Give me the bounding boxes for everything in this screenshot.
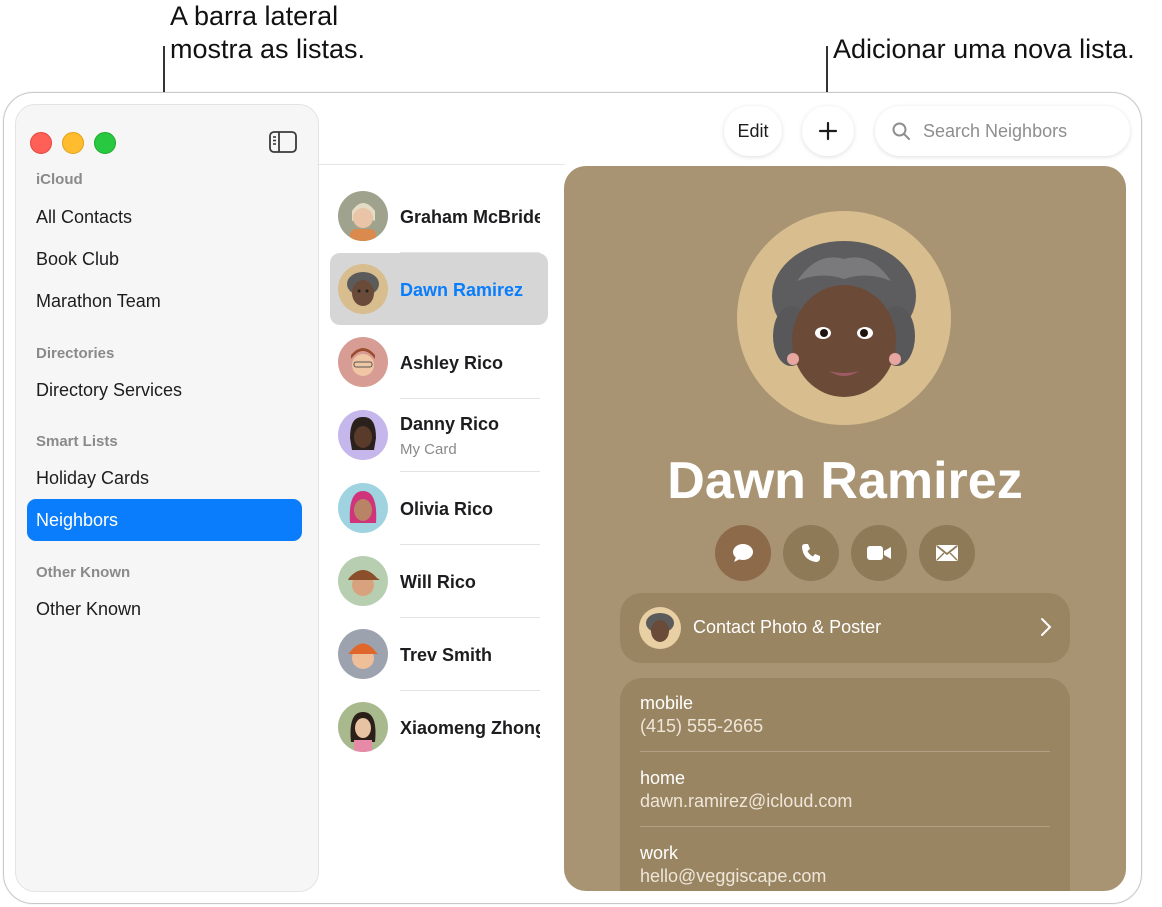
contact-detail-card: Dawn Ramirez Contact Photo & Poster mobi… [564, 166, 1126, 891]
sidebar-item-label: Neighbors [36, 509, 119, 530]
field-label-mobile: mobile [640, 693, 694, 713]
contact-row-danny-rico[interactable]: Danny Rico My Card [330, 399, 548, 471]
sidebar-item-directory-services[interactable]: Directory Services [27, 369, 302, 411]
sidebar: iCloud All Contacts Book Club Marathon T… [15, 104, 319, 892]
my-card-label: My Card [400, 441, 457, 458]
contact-row-xiaomeng-zhong[interactable]: Xiaomeng Zhong [330, 691, 548, 763]
plus-icon [818, 121, 838, 141]
call-button[interactable] [783, 525, 839, 581]
field-separator [640, 751, 1050, 752]
sidebar-item-label: Book Club [36, 248, 120, 269]
avatar [338, 337, 388, 387]
avatar [338, 264, 388, 314]
mail-icon [936, 545, 958, 561]
sidebar-section-smart-lists: Smart Lists [36, 433, 118, 450]
contact-row-ashley-rico[interactable]: Ashley Rico [330, 326, 548, 398]
contact-photo-thumbnail [639, 607, 681, 649]
message-icon [733, 544, 753, 562]
contact-name: Danny Rico [400, 414, 500, 434]
mail-button[interactable] [919, 525, 975, 581]
sidebar-item-label: Marathon Team [36, 290, 161, 311]
field-label-work: work [640, 843, 679, 863]
sidebar-item-label: Directory Services [36, 379, 183, 400]
avatar [338, 483, 388, 533]
zoom-button[interactable] [94, 132, 116, 154]
search-icon [892, 122, 910, 140]
phone-icon [802, 544, 820, 562]
avatar [338, 629, 388, 679]
contact-photo-poster-row[interactable]: Contact Photo & Poster [620, 593, 1070, 663]
search-input[interactable] [921, 119, 1125, 143]
add-list-button[interactable] [802, 106, 854, 156]
sidebar-toggle-icon[interactable] [269, 131, 297, 153]
avatar [338, 556, 388, 606]
contact-row-olivia-rico[interactable]: Olivia Rico [330, 472, 548, 544]
contact-row-trev-smith[interactable]: Trev Smith [330, 618, 548, 690]
sidebar-item-holiday-cards[interactable]: Holiday Cards [27, 457, 302, 499]
sidebar-item-book-club[interactable]: Book Club [27, 238, 302, 280]
sidebar-item-marathon-team[interactable]: Marathon Team [27, 280, 302, 322]
field-value-home[interactable]: dawn.ramirez@icloud.com [640, 791, 852, 812]
contact-name: Olivia Rico [400, 499, 494, 519]
sidebar-section-icloud: iCloud [36, 171, 83, 188]
field-value-mobile[interactable]: (415) 555-2665 [640, 716, 763, 737]
contact-name: Graham McBride [400, 207, 540, 227]
contact-name: Ashley Rico [400, 353, 504, 373]
contact-name: Will Rico [400, 572, 476, 592]
sidebar-item-label: All Contacts [36, 206, 133, 227]
contacts-window: iCloud All Contacts Book Club Marathon T… [3, 92, 1142, 904]
sidebar-section-other-known: Other Known [36, 564, 131, 581]
minimize-button[interactable] [62, 132, 84, 154]
video-icon [867, 546, 891, 560]
sidebar-item-label: Holiday Cards [36, 467, 150, 488]
edit-button[interactable]: Edit [724, 106, 782, 156]
avatar [338, 410, 388, 460]
sidebar-item-neighbors[interactable]: Neighbors [27, 499, 302, 541]
avatar [338, 702, 388, 752]
search-field[interactable] [875, 106, 1130, 156]
field-value-work[interactable]: hello@veggiscape.com [640, 866, 826, 887]
callout-sidebar-line2: mostra as listas. [170, 34, 366, 64]
contact-row-will-rico[interactable]: Will Rico [330, 545, 548, 617]
callout-sidebar-line1: A barra lateral [170, 1, 339, 31]
sidebar-item-all-contacts[interactable]: All Contacts [27, 196, 302, 238]
contact-row-dawn-ramirez[interactable]: Dawn Ramirez [330, 253, 548, 325]
field-separator [640, 826, 1050, 827]
field-label-home: home [640, 768, 686, 788]
contact-name-large: Dawn Ramirez [667, 452, 1023, 510]
contact-name: Xiaomeng Zhong [400, 718, 540, 738]
contact-photo-poster-label: Contact Photo & Poster [693, 617, 882, 637]
contact-name: Dawn Ramirez [400, 280, 524, 300]
sidebar-item-label: Other Known [36, 598, 142, 619]
avatar [338, 191, 388, 241]
sidebar-item-other-known[interactable]: Other Known [27, 588, 302, 630]
list-divider [317, 164, 565, 165]
contact-row-graham-mcbride[interactable]: Graham McBride [330, 180, 548, 252]
callout-add-list: Adicionar uma nova lista. [833, 34, 1135, 64]
close-button[interactable] [30, 132, 52, 154]
sidebar-section-directories: Directories [36, 345, 115, 362]
contact-avatar-large [737, 211, 951, 425]
contact-name: Trev Smith [400, 645, 493, 665]
contact-info-panel: mobile (415) 555-2665 home dawn.ramirez@… [620, 678, 1070, 891]
chevron-right-icon [1041, 618, 1052, 636]
message-button[interactable] [715, 525, 771, 581]
video-button[interactable] [851, 525, 907, 581]
